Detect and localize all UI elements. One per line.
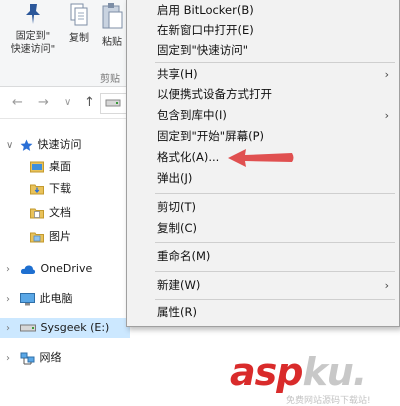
- menu-item-label: 启用 BitLocker(B): [157, 3, 254, 17]
- pin-icon: [26, 4, 40, 24]
- tree-onedrive[interactable]: › OneDrive: [6, 259, 92, 279]
- tree-drive-sysgeek[interactable]: › Sysgeek (E:): [0, 318, 130, 338]
- watermark-tagline: 免费网站源码下载站!: [286, 396, 371, 406]
- menu-separator: [155, 62, 395, 63]
- watermark-part-c: .: [352, 350, 367, 394]
- download-folder-icon: [30, 184, 44, 195]
- pin-label-line2: 快速访问": [10, 44, 56, 55]
- tree-pictures-label: 图片: [49, 230, 71, 243]
- menu-separator: [155, 193, 395, 194]
- menu-separator: [155, 271, 395, 272]
- pin-label-line1: 固定到": [15, 31, 51, 42]
- menu-item-label: 包含到库中(I): [157, 108, 227, 122]
- up-arrow-icon[interactable]: ↑: [84, 95, 95, 110]
- menu-item-label: 格式化(A)...: [157, 150, 220, 164]
- menu-item-label: 弹出(J): [157, 171, 193, 185]
- tree-quick-access-label: 快速访问: [37, 138, 82, 151]
- tree-desktop[interactable]: 桌面: [30, 157, 71, 177]
- chevron-down-icon[interactable]: ∨: [6, 136, 16, 156]
- menu-item-label: 剪切(T): [157, 200, 196, 214]
- watermark-part-b: ku: [302, 350, 353, 394]
- menu-item-label: 以便携式设备方式打开: [157, 87, 272, 101]
- menu-item-pin-quick-access[interactable]: 固定到"快速访问": [127, 40, 399, 61]
- menu-item-label: 在新窗口中打开(E): [157, 23, 254, 37]
- menu-item-new[interactable]: 新建(W) ›: [127, 275, 399, 296]
- back-arrow-icon[interactable]: ←: [12, 95, 23, 110]
- drive-icon: [105, 99, 121, 107]
- pin-to-quick-access-button[interactable]: 固定到" 快速访问": [4, 2, 62, 56]
- clipboard-icon: [102, 3, 123, 29]
- menu-item-open-portable[interactable]: 以便携式设备方式打开: [127, 84, 399, 105]
- paste-label: 粘贴: [102, 37, 122, 48]
- menu-item-enable-bitlocker[interactable]: 启用 BitLocker(B): [127, 0, 399, 21]
- tree-desktop-label: 桌面: [49, 160, 71, 173]
- computer-icon: [19, 292, 35, 305]
- tree-quick-access[interactable]: ∨ 快速访问: [6, 135, 82, 155]
- desktop-folder-icon: [30, 161, 44, 173]
- menu-item-label: 属性(R): [157, 305, 197, 319]
- watermark-logo: aspku.: [230, 350, 367, 394]
- drive-icon: [19, 324, 36, 332]
- recent-chevron-icon[interactable]: ∨: [64, 97, 71, 108]
- menu-item-label: 重命名(M): [157, 249, 211, 263]
- submenu-arrow-icon: ›: [384, 68, 389, 81]
- network-icon: [20, 352, 34, 364]
- submenu-arrow-icon: ›: [384, 109, 389, 122]
- tree-onedrive-label: OneDrive: [40, 262, 93, 275]
- clipboard-group-label: 剪贴: [100, 74, 120, 85]
- chevron-right-icon[interactable]: ›: [6, 349, 16, 369]
- copy-button[interactable]: 复制: [64, 2, 94, 45]
- menu-item-rename[interactable]: 重命名(M): [127, 246, 399, 267]
- tree-drive-label: Sysgeek (E:): [40, 321, 110, 334]
- tree-this-pc[interactable]: › 此电脑: [6, 289, 73, 309]
- menu-item-cut[interactable]: 剪切(T): [127, 197, 399, 218]
- picture-folder-icon: [30, 232, 44, 243]
- menu-item-copy[interactable]: 复制(C): [127, 218, 399, 239]
- tree-this-pc-label: 此电脑: [39, 292, 73, 305]
- annotation-arrow-icon: [228, 149, 294, 167]
- chevron-right-icon[interactable]: ›: [6, 290, 16, 310]
- menu-item-label: 固定到"开始"屏幕(P): [157, 129, 264, 143]
- tree-network[interactable]: › 网络: [6, 348, 62, 368]
- watermark-part-a: asp: [230, 350, 303, 394]
- menu-item-open-new-window[interactable]: 在新窗口中打开(E): [127, 20, 399, 41]
- tree-network-label: 网络: [39, 351, 62, 364]
- tree-pictures[interactable]: 图片: [30, 227, 71, 247]
- menu-item-share[interactable]: 共享(H) ›: [127, 64, 399, 85]
- submenu-arrow-icon: ›: [384, 279, 389, 292]
- menu-item-label: 固定到"快速访问": [157, 43, 249, 57]
- menu-item-eject[interactable]: 弹出(J): [127, 168, 399, 189]
- cloud-icon: [20, 264, 35, 274]
- menu-item-properties[interactable]: 属性(R): [127, 302, 399, 323]
- paste-button[interactable]: 粘贴: [98, 2, 126, 49]
- menu-item-label: 新建(W): [157, 278, 201, 292]
- menu-item-include-library[interactable]: 包含到库中(I) ›: [127, 105, 399, 126]
- tree-documents-label: 文档: [49, 206, 71, 219]
- tree-downloads[interactable]: 下载: [30, 179, 71, 199]
- tree-documents[interactable]: 文档: [30, 203, 71, 223]
- menu-item-pin-start[interactable]: 固定到"开始"屏幕(P): [127, 126, 399, 147]
- document-folder-icon: [30, 208, 44, 219]
- chevron-right-icon[interactable]: ›: [6, 319, 16, 339]
- navigation-pane: ∨ 快速访问 桌面 下载 文档 图片 › OneDrive › 此电脑 › Sy…: [0, 119, 130, 406]
- copy-icon: [70, 3, 88, 26]
- menu-separator: [155, 242, 395, 243]
- menu-separator: [155, 299, 395, 300]
- star-icon: [20, 139, 32, 151]
- tree-downloads-label: 下载: [49, 182, 71, 195]
- copy-label: 复制: [69, 33, 89, 44]
- chevron-right-icon[interactable]: ›: [6, 260, 16, 280]
- menu-item-label: 共享(H): [157, 67, 198, 81]
- forward-arrow-icon[interactable]: →: [38, 95, 49, 110]
- menu-item-label: 复制(C): [157, 221, 198, 235]
